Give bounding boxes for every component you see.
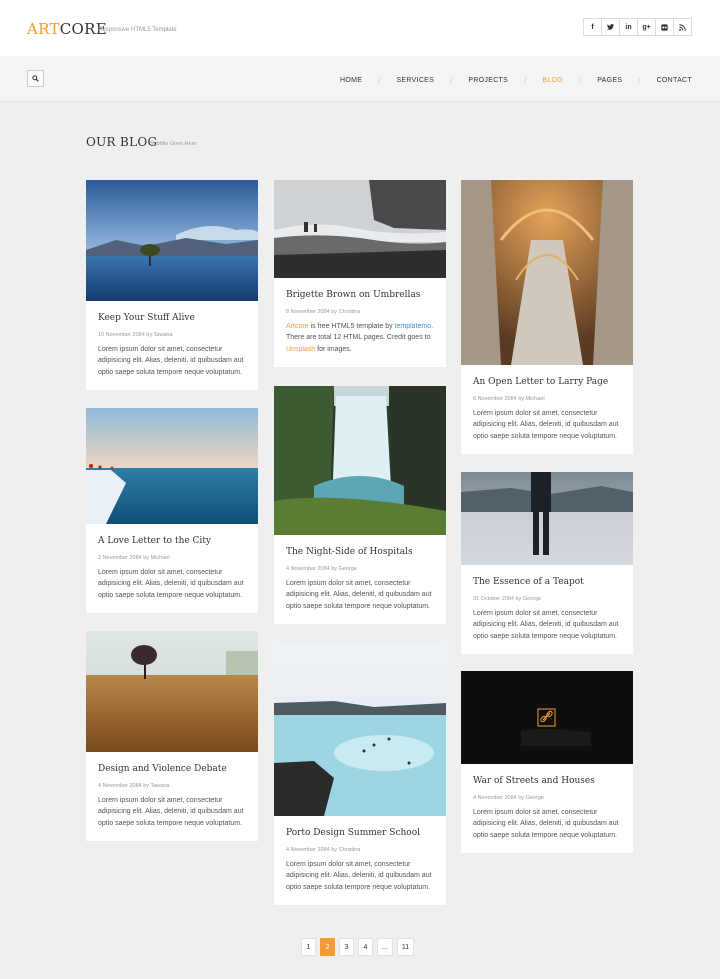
unsplash-link[interactable]: Unsplash (286, 346, 315, 353)
post-title[interactable]: The Night-Side of Hospitals (286, 547, 434, 558)
post-title[interactable]: Brigette Brown on Umbrellas (286, 290, 434, 301)
nav-home[interactable]: HOME (340, 77, 362, 84)
nav-separator: / (579, 76, 582, 85)
artcore-link[interactable]: Artcore (286, 323, 309, 330)
post-excerpt: Lorem ipsum dolor sit amet, consectetur … (286, 860, 432, 891)
post-image-sea-coast[interactable] (86, 408, 258, 524)
post-image-waterfall[interactable] (274, 386, 446, 535)
post-excerpt: Lorem ipsum dolor sit amet, consectetur … (473, 808, 619, 839)
post-excerpt: Lorem ipsum dolor sit amet, consectetur … (473, 409, 619, 440)
nav-separator: / (638, 76, 641, 85)
nav-contact[interactable]: CONTACT (657, 77, 692, 84)
search-icon (32, 75, 39, 82)
twitter-icon[interactable] (601, 18, 620, 36)
nav-projects[interactable]: PROJECTS (468, 77, 508, 84)
post-meta: 4 November 2084 by Christina (286, 846, 361, 853)
google-plus-icon[interactable]: g+ (637, 18, 656, 36)
post-image-field-tree[interactable] (86, 631, 258, 752)
post-image-blue-lagoon[interactable] (274, 643, 446, 816)
blog-card: The Night-Side of Hospitals 4 November 2… (274, 386, 446, 625)
blog-card: An Open Letter to Larry Page 6 November … (461, 180, 633, 455)
post-meta: 6 November 2084 by Michael (473, 395, 545, 402)
post-meta: 10 November 2084 by Tawana (98, 331, 173, 338)
blog-card: Brigette Brown on Umbrellas 8 November 2… (274, 180, 446, 368)
social-links: f in g+ (583, 18, 692, 36)
site-tagline: Responsive HTML5 Template (98, 27, 177, 33)
post-meta: 4 November 2084 by George (473, 794, 544, 801)
nav-services[interactable]: SERVICES (396, 77, 434, 84)
post-image-cathedral-arches[interactable] (461, 180, 633, 365)
post-title[interactable]: War of Streets and Houses (473, 776, 621, 787)
logo-accent-text: ART (27, 20, 60, 38)
blog-card: Design and Violence Debate 4 November 20… (86, 631, 258, 842)
nav-separator: / (524, 76, 527, 85)
page-link-4[interactable]: 4 (358, 938, 373, 956)
templatemo-link[interactable]: templatemo (395, 323, 432, 330)
post-excerpt: Artcore is free HTML5 template by templa… (286, 321, 434, 356)
blog-card: Keep Your Stuff Alive 10 November 2084 b… (86, 180, 258, 391)
nav-blog[interactable]: BLOG (542, 77, 563, 84)
blog-card: A Love Letter to the City 2 November 208… (86, 408, 258, 614)
linkedin-icon[interactable]: in (619, 18, 638, 36)
page-link-11[interactable]: 11 (396, 938, 415, 956)
post-excerpt: Lorem ipsum dolor sit amet, consectetur … (98, 796, 244, 827)
post-meta: 2 November 2084 by Michael (98, 554, 170, 561)
text-fragment: is free HTML5 template by (308, 322, 395, 330)
post-title[interactable]: An Open Letter to Larry Page (473, 377, 621, 388)
post-image-lake-tree[interactable] (86, 180, 258, 301)
nav-pages[interactable]: PAGES (597, 77, 622, 84)
post-excerpt: Lorem ipsum dolor sit amet, consectetur … (98, 345, 244, 376)
page-title: OUR BLOG (86, 135, 158, 149)
blog-card: The Essence of a Teapot 31 October 2084 … (461, 472, 633, 655)
post-image-beach-cliffs[interactable] (274, 180, 446, 278)
post-title[interactable]: The Essence of a Teapot (473, 577, 621, 588)
blog-card: Porto Design Summer School 4 November 20… (274, 643, 446, 906)
post-title[interactable]: Keep Your Stuff Alive (98, 313, 246, 324)
rss-icon[interactable] (673, 18, 692, 36)
top-header: ARTCORE Responsive HTML5 Template f in g… (0, 0, 720, 56)
post-meta: 4 November 2084 by Tawana (98, 782, 170, 789)
post-title[interactable]: Design and Violence Debate (98, 764, 246, 775)
post-meta: 8 November 2084 by Christina (286, 308, 361, 315)
search-button[interactable] (27, 70, 44, 87)
post-image-dark-overlay[interactable] (461, 671, 633, 764)
site-logo[interactable]: ARTCORE (27, 20, 107, 38)
post-excerpt: Lorem ipsum dolor sit amet, consectetur … (473, 609, 619, 640)
post-title[interactable]: A Love Letter to the City (98, 536, 246, 547)
page-ellipsis: ... (377, 938, 393, 956)
page-subtitle: Subtitle Goes Here (150, 141, 197, 147)
nav-separator: / (450, 76, 453, 85)
text-fragment: for images. (315, 345, 352, 353)
post-title[interactable]: Porto Design Summer School (286, 828, 434, 839)
post-excerpt: Lorem ipsum dolor sit amet, consectetur … (98, 568, 244, 599)
post-meta: 31 October 2084 by George (473, 595, 542, 602)
post-excerpt: Lorem ipsum dolor sit amet, consectetur … (286, 579, 432, 610)
post-meta: 4 November 2084 by George (286, 565, 357, 572)
post-image-person-fog[interactable] (461, 472, 633, 565)
flickr-icon[interactable] (655, 18, 674, 36)
facebook-icon[interactable]: f (583, 18, 602, 36)
page-link-2-active[interactable]: 2 (320, 938, 335, 956)
main-navbar: HOME / SERVICES / PROJECTS / BLOG / PAGES / C… (0, 56, 720, 102)
blog-card: War of Streets and Houses 4 November 208… (461, 671, 633, 854)
page-link-3[interactable]: 3 (339, 938, 354, 956)
page-link-1[interactable]: 1 (301, 938, 316, 956)
pagination: 1 2 3 4 ... 11 (301, 938, 415, 956)
nav-separator: / (378, 76, 381, 85)
nav-menu: HOME / SERVICES / PROJECTS / BLOG / PAGES / C… (340, 76, 692, 85)
